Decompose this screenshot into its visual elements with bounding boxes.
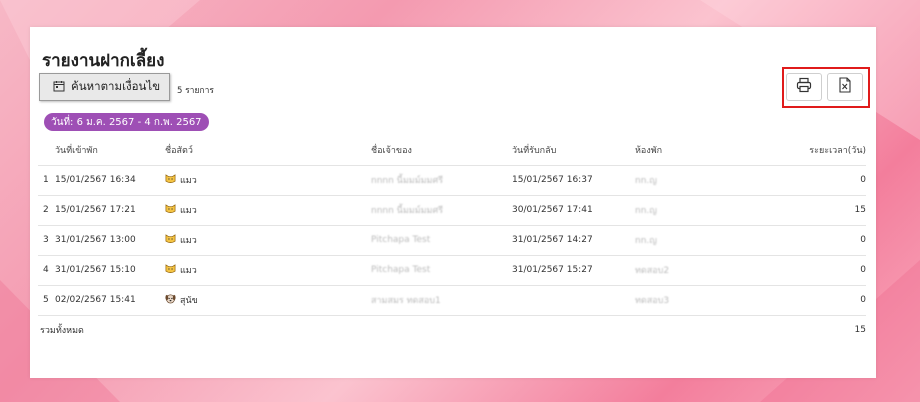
pet-cell: สุนัข — [165, 285, 198, 315]
owner-name: nnnn นี้มมม์มมศรี — [371, 176, 444, 186]
check-in-date: 15/01/2567 16:34 — [55, 175, 136, 185]
pet-cell: แมว — [165, 225, 197, 255]
duration-days: 0 — [860, 235, 866, 245]
table-row[interactable]: 5 02/02/2567 15:41 สุนัข สามสมร ทดสอบ1 ท… — [38, 285, 866, 316]
pet-cell: แมว — [165, 165, 197, 195]
pet-cell: แมว — [165, 195, 197, 225]
row-number: 2 — [43, 205, 49, 215]
table-row[interactable]: 4 31/01/2567 15:10 แมว Pitchapa Test 31/… — [38, 255, 866, 286]
row-number: 5 — [43, 295, 49, 305]
table-row[interactable]: 3 31/01/2567 13:00 แมว Pitchapa Test 31/… — [38, 225, 866, 256]
row-number: 4 — [43, 265, 49, 275]
owner-name: สามสมร ทดสอบ1 — [371, 296, 441, 306]
check-out-date: 31/01/2567 14:27 — [512, 235, 593, 245]
room-name: ทดสอบ2 — [635, 266, 670, 276]
header-duration: ระยะเวลา(วัน) — [809, 146, 866, 156]
header-check-in: วันที่เข้าพัก — [55, 146, 98, 156]
room-name: nn.ญ — [635, 236, 657, 246]
pet-cell: แมว — [165, 255, 197, 285]
check-in-date: 02/02/2567 15:41 — [55, 295, 136, 305]
check-out-date: 31/01/2567 15:27 — [512, 265, 593, 275]
dog-icon — [165, 293, 176, 307]
header-pet: ชื่อสัตว์ — [165, 146, 193, 156]
header-check-out: วันที่รับกลับ — [512, 146, 557, 156]
check-in-date: 15/01/2567 17:21 — [55, 205, 136, 215]
search-conditions-label: ค้นหาตามเงื่อนไข — [71, 79, 161, 93]
duration-days: 15 — [854, 205, 866, 215]
cat-icon — [165, 203, 176, 217]
check-out-date: 30/01/2567 17:41 — [512, 205, 593, 215]
owner-name: Pitchapa Test — [371, 265, 431, 275]
result-count: 5 รายการ — [177, 86, 214, 96]
header-room: ห้องพัก — [635, 146, 663, 156]
pet-type: แมว — [180, 236, 197, 246]
row-number: 1 — [43, 175, 49, 185]
room-name: nn.ญ — [635, 176, 657, 186]
check-in-date: 31/01/2567 15:10 — [55, 265, 136, 275]
pet-type: แมว — [180, 206, 197, 216]
calendar-icon — [53, 80, 65, 95]
duration-days: 0 — [860, 265, 866, 275]
room-name: nn.ญ — [635, 206, 657, 216]
table-row[interactable]: 2 15/01/2567 17:21 แมว nnnn นี้มมม์มมศรี… — [38, 195, 866, 226]
owner-name: Pitchapa Test — [371, 235, 431, 245]
total-label: รวมทั้งหมด — [40, 326, 84, 336]
room-name: ทดสอบ3 — [635, 296, 670, 306]
report-card: รายงานฝากเลี้ยง ค้นหาตามเงื่อนไข 5 รายกา… — [30, 27, 876, 378]
cat-icon — [165, 173, 176, 187]
duration-days: 0 — [860, 175, 866, 185]
search-conditions-button[interactable]: ค้นหาตามเงื่อนไข — [39, 73, 170, 101]
print-button[interactable] — [786, 73, 822, 101]
date-range-badge: วันที่: 6 ม.ค. 2567 - 4 ก.พ. 2567 — [44, 113, 209, 131]
duration-days: 0 — [860, 295, 866, 305]
table-total-row: รวมทั้งหมด 15 — [38, 315, 866, 345]
pet-type: แมว — [180, 266, 197, 276]
check-in-date: 31/01/2567 13:00 — [55, 235, 136, 245]
total-days: 15 — [854, 325, 866, 335]
owner-name: nnnn นี้มมม์มมศรี — [371, 206, 444, 216]
export-excel-button[interactable] — [827, 73, 863, 101]
row-number: 3 — [43, 235, 49, 245]
cat-icon — [165, 263, 176, 277]
cat-icon — [165, 233, 176, 247]
printer-icon — [796, 77, 812, 97]
table-row[interactable]: 1 15/01/2567 16:34 แมว nnnn นี้มมม์มมศรี… — [38, 165, 866, 196]
check-out-date: 15/01/2567 16:37 — [512, 175, 593, 185]
pet-type: แมว — [180, 176, 197, 186]
page-title: รายงานฝากเลี้ยง — [42, 51, 165, 71]
excel-file-icon — [838, 77, 852, 97]
table-header: วันที่เข้าพัก ชื่อสัตว์ ชื่อเจ้าของ วันท… — [38, 135, 866, 166]
pet-type: สุนัข — [180, 296, 198, 306]
header-owner: ชื่อเจ้าของ — [371, 146, 412, 156]
